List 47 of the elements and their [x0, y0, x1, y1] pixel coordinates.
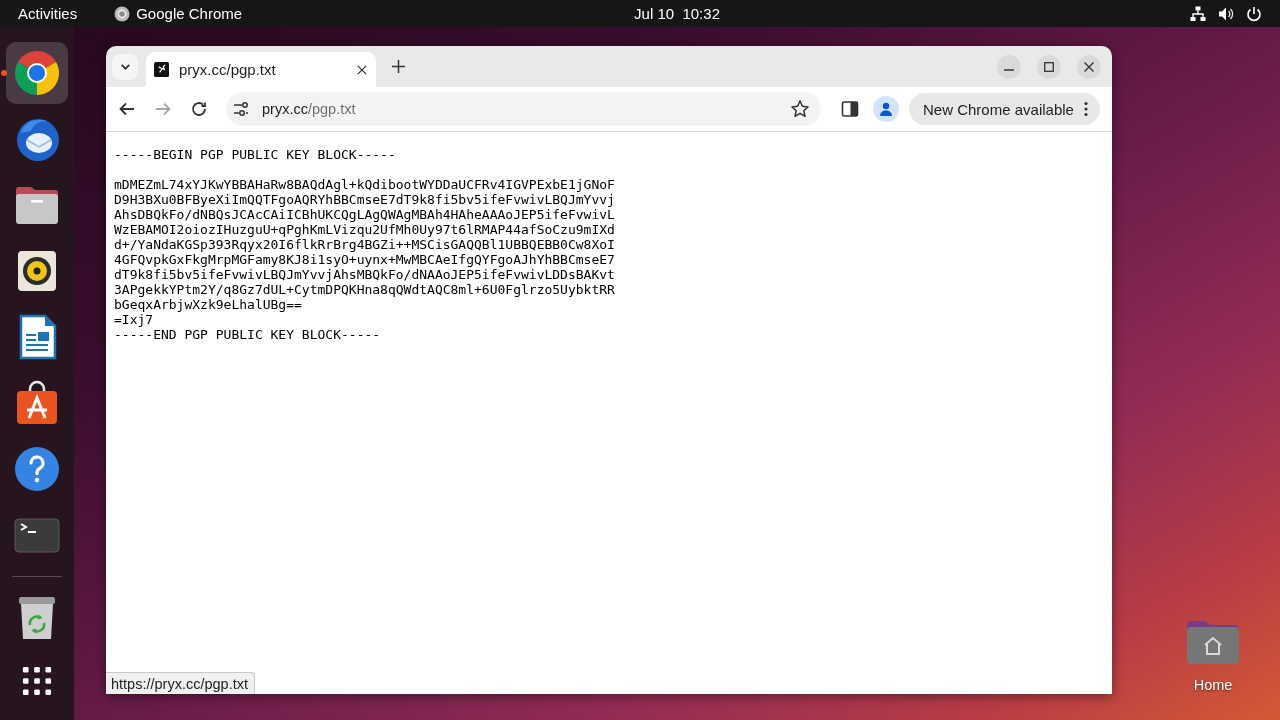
- side-panel-icon[interactable]: [841, 100, 859, 118]
- maximize-button[interactable]: [1037, 54, 1061, 79]
- minimize-icon: [1004, 69, 1014, 71]
- activities-button[interactable]: Activities: [18, 5, 78, 22]
- site-favicon-icon: [154, 62, 169, 77]
- key-data-line: d+/YaNdaKGSp393Rqyx20I6flkRrBrg4BGZi++MSCisGAQQBl1UBBQEBB0Cw8XoI: [114, 237, 615, 252]
- address-input[interactable]: pryx.cc/pgp.txt: [262, 101, 356, 117]
- person-icon: [878, 101, 894, 117]
- key-data-line: bGeqxArbjwXzk9eLhalUBg==: [114, 297, 302, 312]
- chevron-down-icon: [120, 63, 130, 70]
- begin-marker-line: -----BEGIN PGP PUBLIC KEY BLOCK-----: [114, 147, 396, 162]
- status-url: https://pryx.cc/pgp.txt: [106, 672, 255, 694]
- desktop-icon-label[interactable]: Home: [1193, 677, 1233, 693]
- clock[interactable]: Jul 10 10:32: [634, 5, 720, 22]
- new-tab-icon[interactable]: [392, 60, 405, 73]
- close-icon: [1084, 61, 1094, 72]
- bookmark-star-icon[interactable]: [790, 99, 810, 119]
- key-data-line: AhsDBQkFo/dNBQsJCAcCAiICBhUKCQgLAgQWAgMBAh4HAheAAAoJEP5ifeFvwivL: [114, 207, 615, 222]
- key-data-line: WzEBAMOI2oiozIHuzguU+qPghKmLVizqu2UfMh0Uy97t6lRMAP44afSoCzu9mIXd: [114, 222, 615, 237]
- update-chip[interactable]: New Chrome available: [909, 93, 1100, 125]
- maximize-icon: [1044, 61, 1054, 72]
- key-data-line: 4GFQvpkGxFkgMrpMGFamy8KJ8i1syO+uynx+MwMBCAeIfgQYFgoAJhYhBBCmseE7: [114, 252, 615, 267]
- dock-item[interactable]: [6, 42, 68, 104]
- site-settings-icon[interactable]: [232, 100, 250, 118]
- key-data-line: dT9k8fi5bv5ifeFvwivLBQJmYvvjAhsMBQkFo/dNAAoJEP5ifeFvwivLDDsBAKvt: [114, 267, 615, 282]
- app-grid-icon[interactable]: [22, 666, 52, 696]
- close-button[interactable]: [1077, 54, 1101, 79]
- browser-logo-icon: [114, 5, 131, 22]
- power-icon[interactable]: [1246, 5, 1262, 22]
- close-tab-icon[interactable]: [357, 64, 367, 75]
- key-data-line: 3APgekkYPtm2Y/q8Gz7dUL+CytmDPQKHna8qQWdtAQC8ml+6U0Fglrzo5UybktRR: [114, 282, 615, 297]
- more-icon: [1083, 101, 1088, 117]
- help-icon: [13, 445, 61, 493]
- reload-icon[interactable]: [189, 99, 209, 119]
- key-data-line: D9H3BXu0BFByeXiImQQTFgoAQRYhBBCmseE7dT9k8fi5bv5ifeFvwivLBQJmYvvj: [114, 192, 615, 207]
- browser-logo-icon: [13, 49, 61, 97]
- address-bar[interactable]: pryx.cc/pgp.txt: [226, 92, 821, 126]
- network-icon[interactable]: [1190, 5, 1206, 22]
- profile-button[interactable]: [873, 96, 899, 122]
- minimize-button[interactable]: [997, 54, 1021, 79]
- checksum-line: =Ixj7: [114, 312, 154, 327]
- key-data-line: mDMEZmL74xYJKwYBBAHaRw8BAQdAgl+kQdibootWYDDaUCFRv4IGVPExbE1jGNoF: [114, 177, 615, 192]
- volume-icon[interactable]: [1218, 5, 1234, 22]
- end-marker-line: -----END PGP PUBLIC KEY BLOCK-----: [114, 327, 381, 342]
- browser-tab[interactable]: pryx.cc/pgp.txt: [146, 52, 376, 87]
- tab-search-button[interactable]: [112, 53, 138, 80]
- app-menu-label[interactable]: Google Chrome: [136, 5, 243, 22]
